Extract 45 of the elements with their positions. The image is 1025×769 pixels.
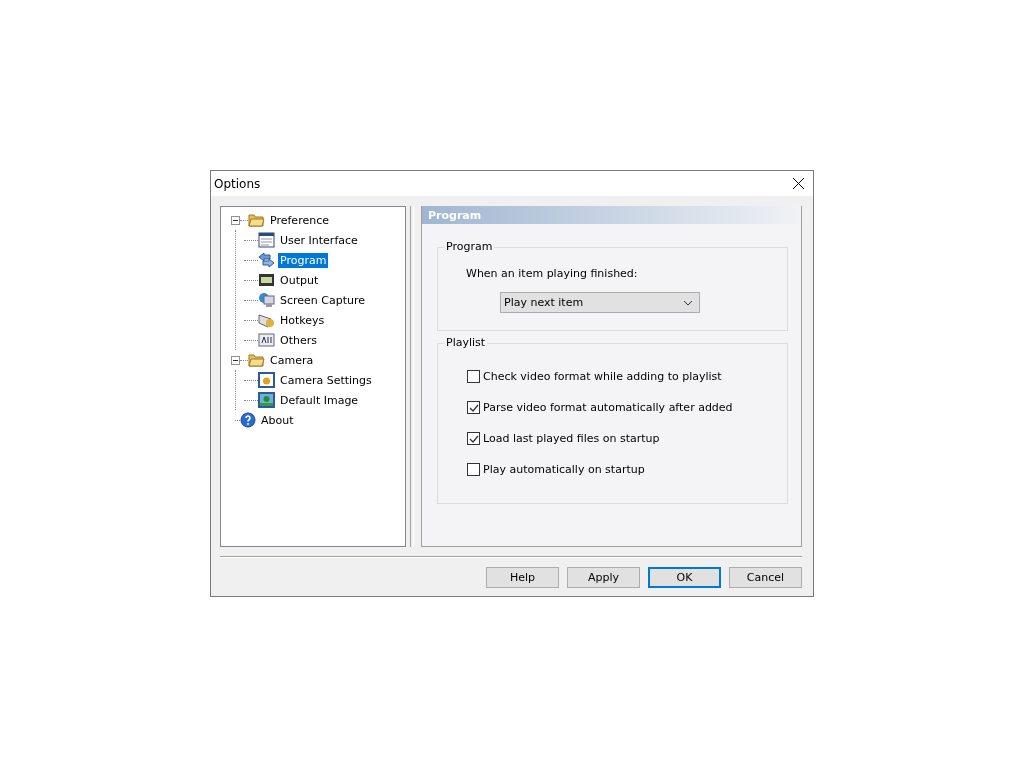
tree-item[interactable]: Preference: [268, 212, 331, 228]
film-icon: [258, 273, 275, 287]
close-icon: [792, 178, 804, 189]
checkbox-label: Load last played files on startup: [483, 432, 660, 445]
folder-icon: [248, 353, 265, 367]
arrows-icon: [258, 252, 275, 268]
tree-item[interactable]: Camera Settings: [278, 372, 374, 388]
help-icon: [240, 412, 256, 428]
tree-item[interactable]: Camera: [268, 352, 316, 368]
checkbox[interactable]: [467, 432, 480, 445]
checkbox-label: Check video format while adding to playlist: [483, 370, 722, 383]
page-header: Program: [422, 206, 801, 224]
dialog-button[interactable]: Cancel: [729, 567, 802, 588]
chevron-down-icon: [683, 299, 693, 306]
window-title: Options: [214, 176, 261, 191]
minus-icon: [233, 217, 238, 223]
tree-item[interactable]: Program: [278, 252, 329, 268]
prompt-label: When an item playing finished:: [466, 267, 639, 280]
action-dropdown[interactable]: Play next item: [500, 292, 700, 313]
landscape-picture-icon: [258, 392, 275, 408]
collapse-toggle[interactable]: [231, 215, 240, 225]
checkbox[interactable]: [467, 370, 480, 383]
dialog-button[interactable]: OK: [648, 567, 721, 588]
group-title: Program: [444, 240, 495, 253]
group-title: Playlist: [444, 336, 488, 349]
dialog-button[interactable]: Apply: [567, 567, 640, 588]
checkbox-label: Play automatically on startup: [483, 463, 645, 476]
tree-item[interactable]: About: [259, 412, 296, 428]
tree-item[interactable]: Output: [278, 272, 321, 288]
tree-item[interactable]: User Interface: [278, 232, 360, 248]
window-icon: [258, 232, 275, 248]
tree-item[interactable]: Default Image: [278, 392, 361, 408]
collapse-toggle[interactable]: [231, 355, 240, 365]
text-field-icon: [258, 333, 275, 347]
checkbox-label: Parse video format automatically after added: [483, 401, 733, 414]
tree-item[interactable]: Others: [278, 332, 319, 348]
tree-item[interactable]: Screen Capture: [278, 292, 368, 308]
checkbox[interactable]: [467, 463, 480, 476]
folder-icon: [248, 213, 265, 227]
tree-item[interactable]: Hotkeys: [278, 312, 327, 328]
monitor-icon: [258, 292, 275, 308]
minus-icon: [233, 357, 238, 363]
camera-settings-icon: [258, 372, 275, 388]
checkbox[interactable]: [467, 401, 480, 414]
dialog-button[interactable]: Help: [486, 567, 559, 588]
